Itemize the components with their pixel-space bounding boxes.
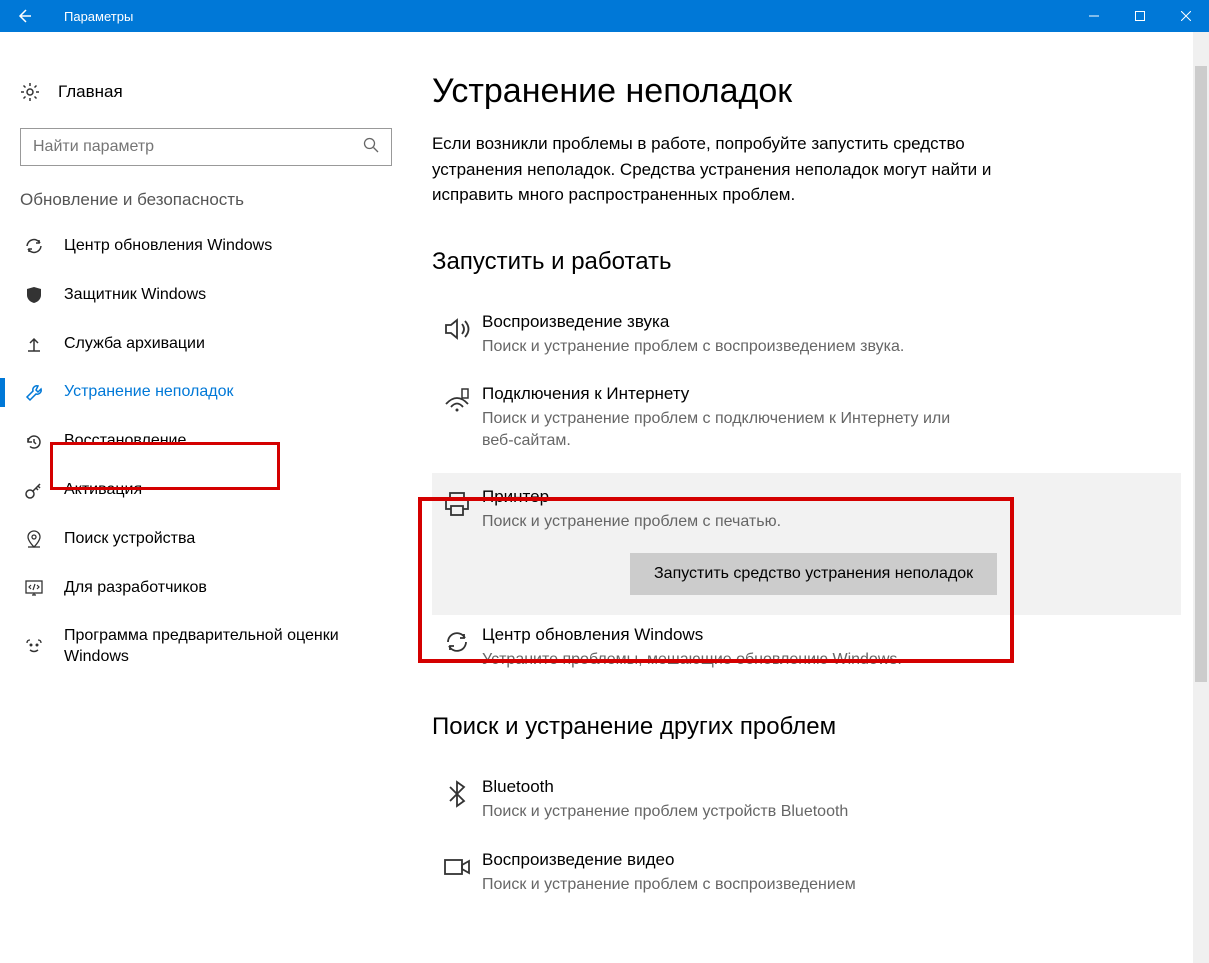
backup-icon: [24, 334, 44, 354]
troubleshoot-title: Воспроизведение видео: [482, 850, 1181, 870]
sidebar-item-label: Служба архивации: [64, 334, 205, 355]
video-icon: [432, 850, 482, 896]
sidebar-item-label: Центр обновления Windows: [64, 236, 272, 257]
troubleshoot-title: Центр обновления Windows: [482, 625, 1181, 645]
sidebar-item-find-device[interactable]: Поиск устройства: [0, 515, 412, 564]
sidebar: Главная Обновление и безопасность Центр …: [0, 32, 412, 963]
sidebar-item-label: Устранение неполадок: [64, 382, 233, 403]
sidebar-item-insider[interactable]: Программа предварительной оценки Windows: [0, 612, 412, 682]
shield-icon: [24, 285, 44, 305]
back-button[interactable]: [0, 0, 48, 32]
troubleshoot-item-update[interactable]: Центр обновления Windows Устраните пробл…: [432, 617, 1181, 689]
sidebar-item-backup[interactable]: Служба архивации: [0, 320, 412, 369]
wrench-icon: [24, 383, 44, 403]
home-label: Главная: [58, 82, 123, 102]
troubleshoot-item-bluetooth[interactable]: Bluetooth Поиск и устранение проблем уст…: [432, 769, 1181, 841]
gear-icon: [20, 82, 40, 102]
troubleshoot-title: Принтер: [482, 487, 1181, 507]
sidebar-item-developers[interactable]: Для разработчиков: [0, 564, 412, 613]
code-icon: [24, 578, 44, 598]
location-icon: [24, 529, 44, 549]
troubleshoot-desc: Поиск и устранение проблем с воспроизвед…: [482, 336, 982, 358]
printer-icon: [432, 487, 482, 595]
troubleshoot-item-video[interactable]: Воспроизведение видео Поиск и устранение…: [432, 842, 1181, 914]
troubleshoot-desc: Поиск и устранение проблем устройств Blu…: [482, 801, 982, 823]
search-icon: [363, 137, 379, 158]
troubleshoot-desc: Устраните проблемы, мешающие обновлению …: [482, 649, 982, 671]
troubleshoot-title: Воспроизведение звука: [482, 312, 1181, 332]
bluetooth-icon: [432, 777, 482, 823]
page-title: Устранение неполадок: [432, 72, 1181, 111]
troubleshoot-title: Подключения к Интернету: [482, 384, 1181, 404]
troubleshoot-desc: Поиск и устранение проблем с воспроизвед…: [482, 874, 982, 896]
troubleshoot-desc: Поиск и устранение проблем с подключение…: [482, 408, 982, 453]
scrollbar-thumb[interactable]: [1195, 66, 1207, 682]
close-button[interactable]: [1163, 0, 1209, 32]
section-other-heading: Поиск и устранение других проблем: [432, 713, 1181, 741]
page-description: Если возникли проблемы в работе, попробу…: [432, 131, 992, 208]
sidebar-item-recovery[interactable]: Восстановление: [0, 417, 412, 466]
troubleshoot-item-printer[interactable]: Принтер Поиск и устранение проблем с печ…: [432, 473, 1181, 615]
sidebar-item-activation[interactable]: Активация: [0, 466, 412, 515]
sidebar-item-label: Защитник Windows: [64, 285, 206, 306]
sidebar-item-defender[interactable]: Защитник Windows: [0, 271, 412, 320]
history-icon: [24, 432, 44, 452]
sidebar-item-troubleshoot[interactable]: Устранение неполадок: [0, 368, 412, 417]
troubleshoot-item-audio[interactable]: Воспроизведение звука Поиск и устранение…: [432, 304, 1181, 376]
troubleshoot-title: Bluetooth: [482, 777, 1181, 797]
troubleshoot-desc: Поиск и устранение проблем с печатью.: [482, 511, 982, 533]
titlebar: Параметры: [0, 0, 1209, 32]
run-troubleshooter-button[interactable]: Запустить средство устранения неполадок: [630, 553, 997, 595]
main-content: Устранение неполадок Если возникли пробл…: [412, 32, 1209, 963]
troubleshoot-item-internet[interactable]: Подключения к Интернету Поиск и устранен…: [432, 376, 1181, 471]
insider-icon: [24, 637, 44, 657]
search-box[interactable]: [20, 128, 392, 166]
search-input[interactable]: [33, 138, 363, 156]
scrollbar[interactable]: [1193, 32, 1209, 963]
wifi-icon: [432, 384, 482, 453]
speaker-icon: [432, 312, 482, 358]
sidebar-item-label: Программа предварительной оценки Windows: [64, 626, 364, 668]
home-button[interactable]: Главная: [0, 72, 412, 112]
window-title: Параметры: [48, 9, 133, 24]
sidebar-item-label: Восстановление: [64, 431, 186, 452]
sync-icon: [432, 625, 482, 671]
sidebar-item-windows-update[interactable]: Центр обновления Windows: [0, 222, 412, 271]
section-label: Обновление и безопасность: [0, 190, 412, 222]
section-run-heading: Запустить и работать: [432, 248, 1181, 276]
key-icon: [24, 480, 44, 500]
sync-icon: [24, 236, 44, 256]
minimize-button[interactable]: [1071, 0, 1117, 32]
sidebar-item-label: Активация: [64, 480, 142, 501]
maximize-button[interactable]: [1117, 0, 1163, 32]
sidebar-item-label: Для разработчиков: [64, 578, 207, 599]
sidebar-item-label: Поиск устройства: [64, 529, 195, 550]
